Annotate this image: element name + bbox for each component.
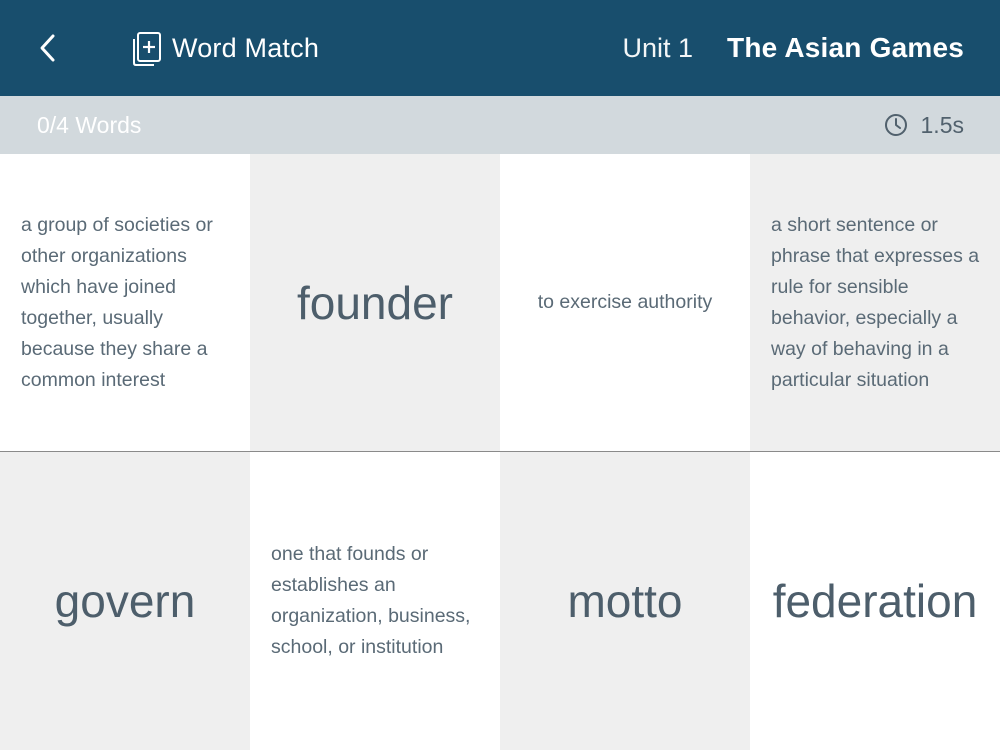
tile-text: motto xyxy=(567,575,683,627)
app-title: Word Match xyxy=(128,28,319,68)
status-bar: 0/4 Words 1.5s xyxy=(0,96,1000,154)
tile-text: one that founds or establishes an organi… xyxy=(271,543,471,658)
tile-text: a group of societies or other organizati… xyxy=(21,213,213,391)
word-match-grid: a group of societies or other organizati… xyxy=(0,154,1000,750)
definition-tile[interactable]: a short sentence or phrase that expresse… xyxy=(750,154,1000,451)
top-app-bar: Word Match Unit 1 The Asian Games xyxy=(0,0,1000,96)
tile-text: govern xyxy=(54,575,196,627)
chevron-left-icon xyxy=(40,34,55,62)
definition-tile[interactable]: a group of societies or other organizati… xyxy=(0,154,250,451)
app-title-label: Word Match xyxy=(172,32,320,63)
unit-label: Unit 1 xyxy=(622,32,694,63)
word-tile[interactable]: motto xyxy=(500,452,750,750)
tile-text: a short sentence or phrase that expresse… xyxy=(771,213,980,391)
tile-text: founder xyxy=(296,276,453,329)
word-tile[interactable]: founder xyxy=(250,154,500,451)
definition-tile[interactable]: to exercise authority xyxy=(500,154,750,451)
clock-icon xyxy=(884,113,908,137)
lesson-title: The Asian Games xyxy=(727,32,964,63)
tile-text: to exercise authority xyxy=(537,291,713,313)
timer: 1.5s xyxy=(884,96,964,154)
progress-counter: 0/4 Words xyxy=(37,111,142,138)
word-tile[interactable]: govern xyxy=(0,452,250,750)
back-button[interactable] xyxy=(26,24,70,72)
tile-text: federation xyxy=(772,575,978,627)
timer-value: 1.5s xyxy=(920,111,964,138)
word-tile[interactable]: federation xyxy=(750,452,1000,750)
flashcard-add-icon xyxy=(128,29,164,67)
definition-tile[interactable]: one that founds or establishes an organi… xyxy=(250,452,500,750)
lesson-info: Unit 1 The Asian Games xyxy=(623,28,965,68)
